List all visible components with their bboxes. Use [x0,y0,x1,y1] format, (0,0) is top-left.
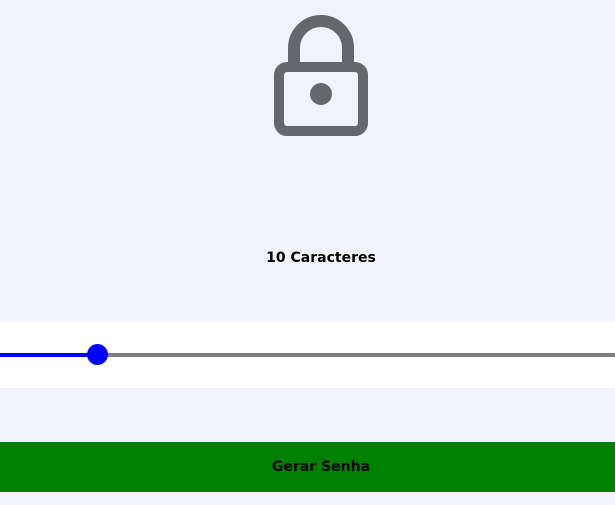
password-generator-screen: 10 Caracteres Gerar Senha [0,0,615,505]
lock-icon [272,12,370,136]
generate-password-button[interactable]: Gerar Senha [0,442,615,492]
password-length-label: 10 Caracteres [266,250,376,266]
length-slider-thumb[interactable] [87,344,108,365]
length-slider-fill [0,353,97,357]
length-slider-container [0,322,615,388]
